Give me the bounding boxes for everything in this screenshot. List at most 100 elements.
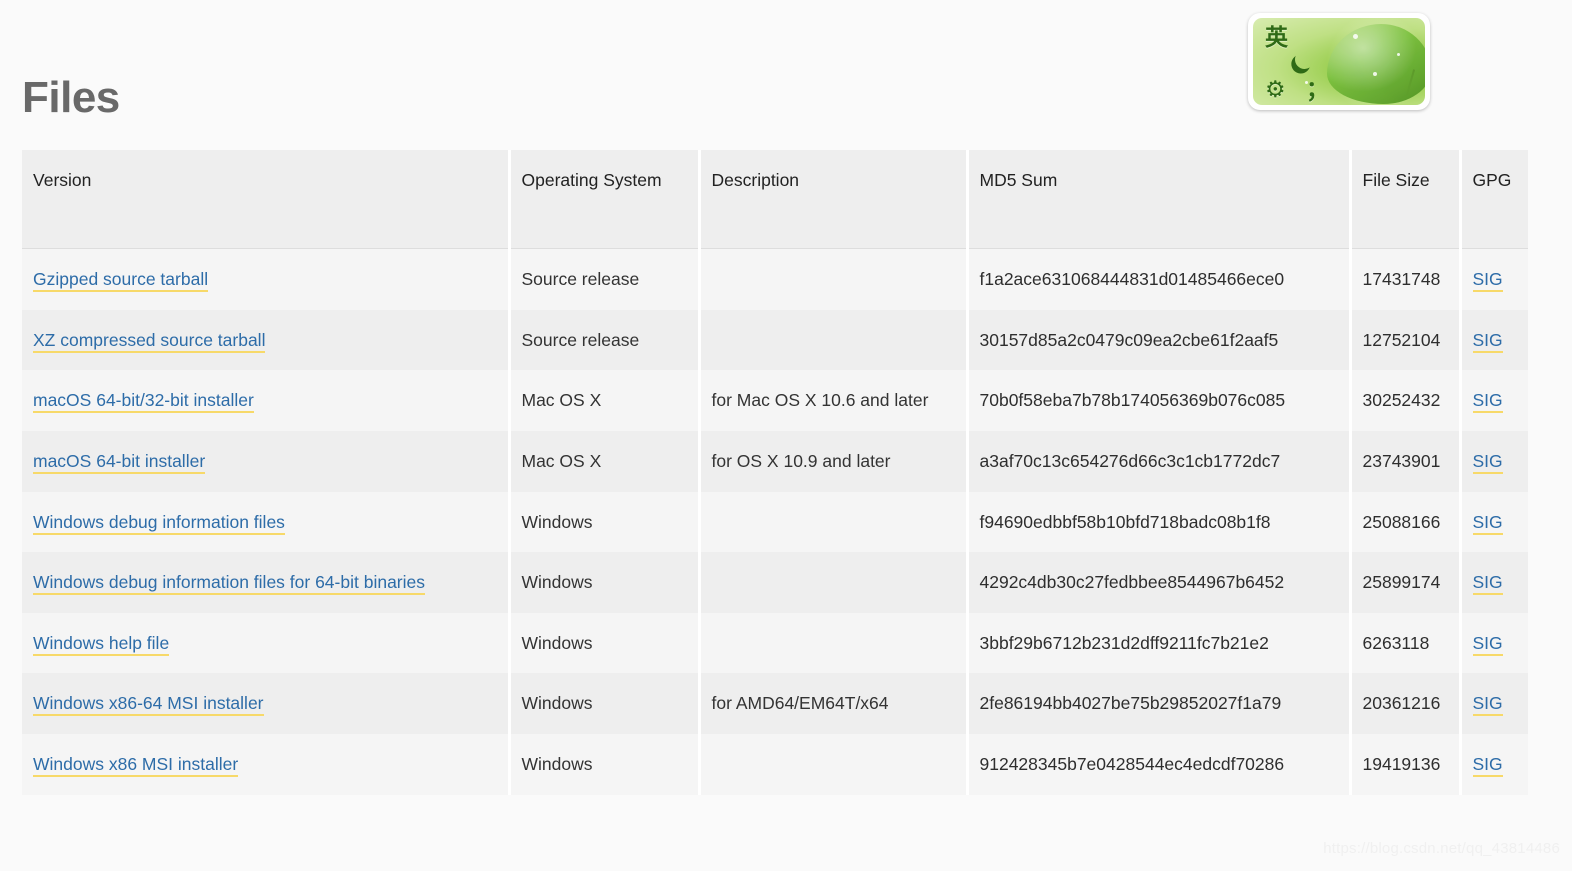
cell-operating-system: Windows bbox=[507, 673, 701, 734]
cell-file-size: 17431748 bbox=[1348, 248, 1462, 310]
cell-gpg: SIG bbox=[1458, 491, 1528, 553]
gear-icon[interactable]: ⚙ bbox=[1265, 78, 1286, 101]
ime-language-indicator[interactable]: 英 bbox=[1265, 26, 1288, 49]
ime-background: 英 ⚙ ； bbox=[1253, 18, 1425, 105]
table-row: Windows x86 MSI installer Windows 91242834… bbox=[22, 734, 1528, 795]
cell-md5-sum: 70b0f58eba7b78b174056369b076c085 bbox=[965, 370, 1352, 431]
column-header-description: Description bbox=[697, 150, 969, 249]
gpg-signature-link[interactable]: SIG bbox=[1472, 572, 1503, 596]
gpg-signature-link[interactable]: SIG bbox=[1472, 269, 1503, 292]
files-table: Version Operating System Description MD5… bbox=[22, 150, 1528, 795]
cell-description bbox=[697, 552, 969, 613]
cell-md5-sum: 2fe86194bb4027be75b29852027f1a79 bbox=[965, 673, 1352, 734]
cell-version: Windows debug information files bbox=[22, 491, 511, 553]
table-row: Windows x86-64 MSI installer Windows for A… bbox=[22, 673, 1528, 734]
cell-description: for AMD64/EM64T/x64 bbox=[697, 673, 969, 734]
cell-file-size: 25088166 bbox=[1348, 491, 1462, 553]
ime-status-bar[interactable]: 英 ⚙ ； bbox=[1248, 13, 1430, 110]
cell-description: for Mac OS X 10.6 and later bbox=[697, 370, 969, 431]
cell-description: for OS X 10.9 and later bbox=[697, 430, 969, 492]
version-download-link[interactable]: macOS 64-bit/32-bit installer bbox=[33, 390, 254, 414]
version-download-link[interactable]: Windows x86-64 MSI installer bbox=[33, 693, 264, 717]
cell-operating-system: Mac OS X bbox=[507, 370, 701, 431]
cell-operating-system: Windows bbox=[507, 491, 701, 553]
cell-operating-system: Windows bbox=[507, 612, 701, 674]
sparkle-decoration bbox=[1352, 33, 1358, 39]
table-header: Version Operating System Description MD5… bbox=[22, 150, 1528, 249]
cell-gpg: SIG bbox=[1458, 248, 1528, 310]
cell-version: Windows x86 MSI installer bbox=[22, 734, 511, 795]
cell-version: XZ compressed source tarball bbox=[22, 309, 511, 371]
cell-operating-system: Windows bbox=[507, 552, 701, 613]
cell-description bbox=[697, 734, 969, 795]
page-title: Files bbox=[22, 73, 120, 123]
cell-gpg: SIG bbox=[1458, 673, 1528, 734]
cell-gpg: SIG bbox=[1458, 612, 1528, 674]
table-header-row: Version Operating System Description MD5… bbox=[22, 150, 1528, 249]
watermark: https://blog.csdn.net/qq_43814486 bbox=[1323, 840, 1560, 857]
column-header-gpg: GPG bbox=[1458, 150, 1528, 249]
table-row: Windows debug information files Windows f9… bbox=[22, 491, 1528, 553]
gpg-signature-link[interactable]: SIG bbox=[1472, 390, 1503, 414]
table-row: Windows debug information files for 64-b… bbox=[22, 552, 1528, 613]
cell-operating-system: Windows bbox=[507, 734, 701, 795]
gpg-signature-link[interactable]: SIG bbox=[1472, 450, 1503, 474]
cell-file-size: 6263118 bbox=[1348, 612, 1462, 674]
cell-md5-sum: 4292c4db30c27fedbbee8544967b6452 bbox=[965, 552, 1352, 613]
cell-version: Gzipped source tarball bbox=[22, 248, 511, 310]
cell-operating-system: Mac OS X bbox=[507, 430, 701, 492]
cell-file-size: 30252432 bbox=[1348, 370, 1462, 431]
gpg-signature-link[interactable]: SIG bbox=[1472, 754, 1503, 777]
version-download-link[interactable]: Gzipped source tarball bbox=[33, 269, 209, 292]
cell-file-size: 25899174 bbox=[1348, 552, 1462, 613]
table-row: macOS 64-bit/32-bit installer Mac OS Xfor… bbox=[22, 370, 1528, 431]
gpg-signature-link[interactable]: SIG bbox=[1472, 632, 1503, 656]
version-download-link[interactable]: XZ compressed source tarball bbox=[33, 329, 266, 353]
cell-file-size: 20361216 bbox=[1348, 673, 1462, 734]
cell-gpg: SIG bbox=[1458, 552, 1528, 613]
column-header-operating-system: Operating System bbox=[507, 150, 701, 249]
cell-version: Windows debug information files for 64-b… bbox=[22, 552, 511, 613]
leaf-decoration-icon bbox=[1327, 24, 1425, 104]
gpg-signature-link[interactable]: SIG bbox=[1472, 329, 1503, 353]
cell-md5-sum: f94690edbbf58b10bfd718badc08b1f8 bbox=[965, 491, 1352, 553]
version-download-link[interactable]: Windows debug information files bbox=[33, 511, 285, 535]
cell-md5-sum: a3af70c13c654276d66c3c1cb1772dc7 bbox=[965, 430, 1352, 492]
version-download-link[interactable]: Windows help file bbox=[33, 632, 170, 656]
table-body: Gzipped source tarball Source release f1a2… bbox=[22, 248, 1528, 795]
table-row: Windows help file Windows 3bbf29b6712b231d… bbox=[22, 612, 1528, 674]
cell-file-size: 23743901 bbox=[1348, 430, 1462, 492]
punctuation-toggle-icon[interactable]: ； bbox=[1306, 78, 1329, 101]
cell-file-size: 19419136 bbox=[1348, 734, 1462, 795]
column-header-file-size: File Size bbox=[1348, 150, 1462, 249]
cell-gpg: SIG bbox=[1458, 309, 1528, 371]
version-download-link[interactable]: Windows x86 MSI installer bbox=[33, 754, 239, 777]
version-download-link[interactable]: Windows debug information files for 64-b… bbox=[33, 572, 425, 596]
table-row: XZ compressed source tarball Source relea… bbox=[22, 309, 1528, 371]
cell-md5-sum: 3bbf29b6712b231d2dff9211fc7b21e2 bbox=[965, 612, 1352, 674]
cell-version: Windows help file bbox=[22, 612, 511, 674]
cell-gpg: SIG bbox=[1458, 370, 1528, 431]
cell-file-size: 12752104 bbox=[1348, 309, 1462, 371]
version-download-link[interactable]: macOS 64-bit installer bbox=[33, 450, 206, 474]
cell-gpg: SIG bbox=[1458, 430, 1528, 492]
cell-description bbox=[697, 309, 969, 371]
table-row: Gzipped source tarball Source release f1a2… bbox=[22, 248, 1528, 310]
cell-operating-system: Source release bbox=[507, 248, 701, 310]
cell-md5-sum: 912428345b7e0428544ec4edcdf70286 bbox=[965, 734, 1352, 795]
gpg-signature-link[interactable]: SIG bbox=[1472, 511, 1503, 535]
table-row: macOS 64-bit installer Mac OS Xfor OS X 1… bbox=[22, 430, 1528, 492]
cell-operating-system: Source release bbox=[507, 309, 701, 371]
cell-description bbox=[697, 248, 969, 310]
column-header-md5-sum: MD5 Sum bbox=[965, 150, 1352, 249]
cell-version: macOS 64-bit installer bbox=[22, 430, 511, 492]
cell-md5-sum: f1a2ace631068444831d01485466ece0 bbox=[965, 248, 1352, 310]
cell-version: Windows x86-64 MSI installer bbox=[22, 673, 511, 734]
cell-md5-sum: 30157d85a2c0479c09ea2cbe61f2aaf5 bbox=[965, 309, 1352, 371]
crescent-moon-icon[interactable] bbox=[1292, 47, 1316, 71]
cell-gpg: SIG bbox=[1458, 734, 1528, 795]
gpg-signature-link[interactable]: SIG bbox=[1472, 693, 1503, 717]
cell-description bbox=[697, 491, 969, 553]
column-header-version: Version bbox=[22, 150, 511, 249]
cell-description bbox=[697, 612, 969, 674]
